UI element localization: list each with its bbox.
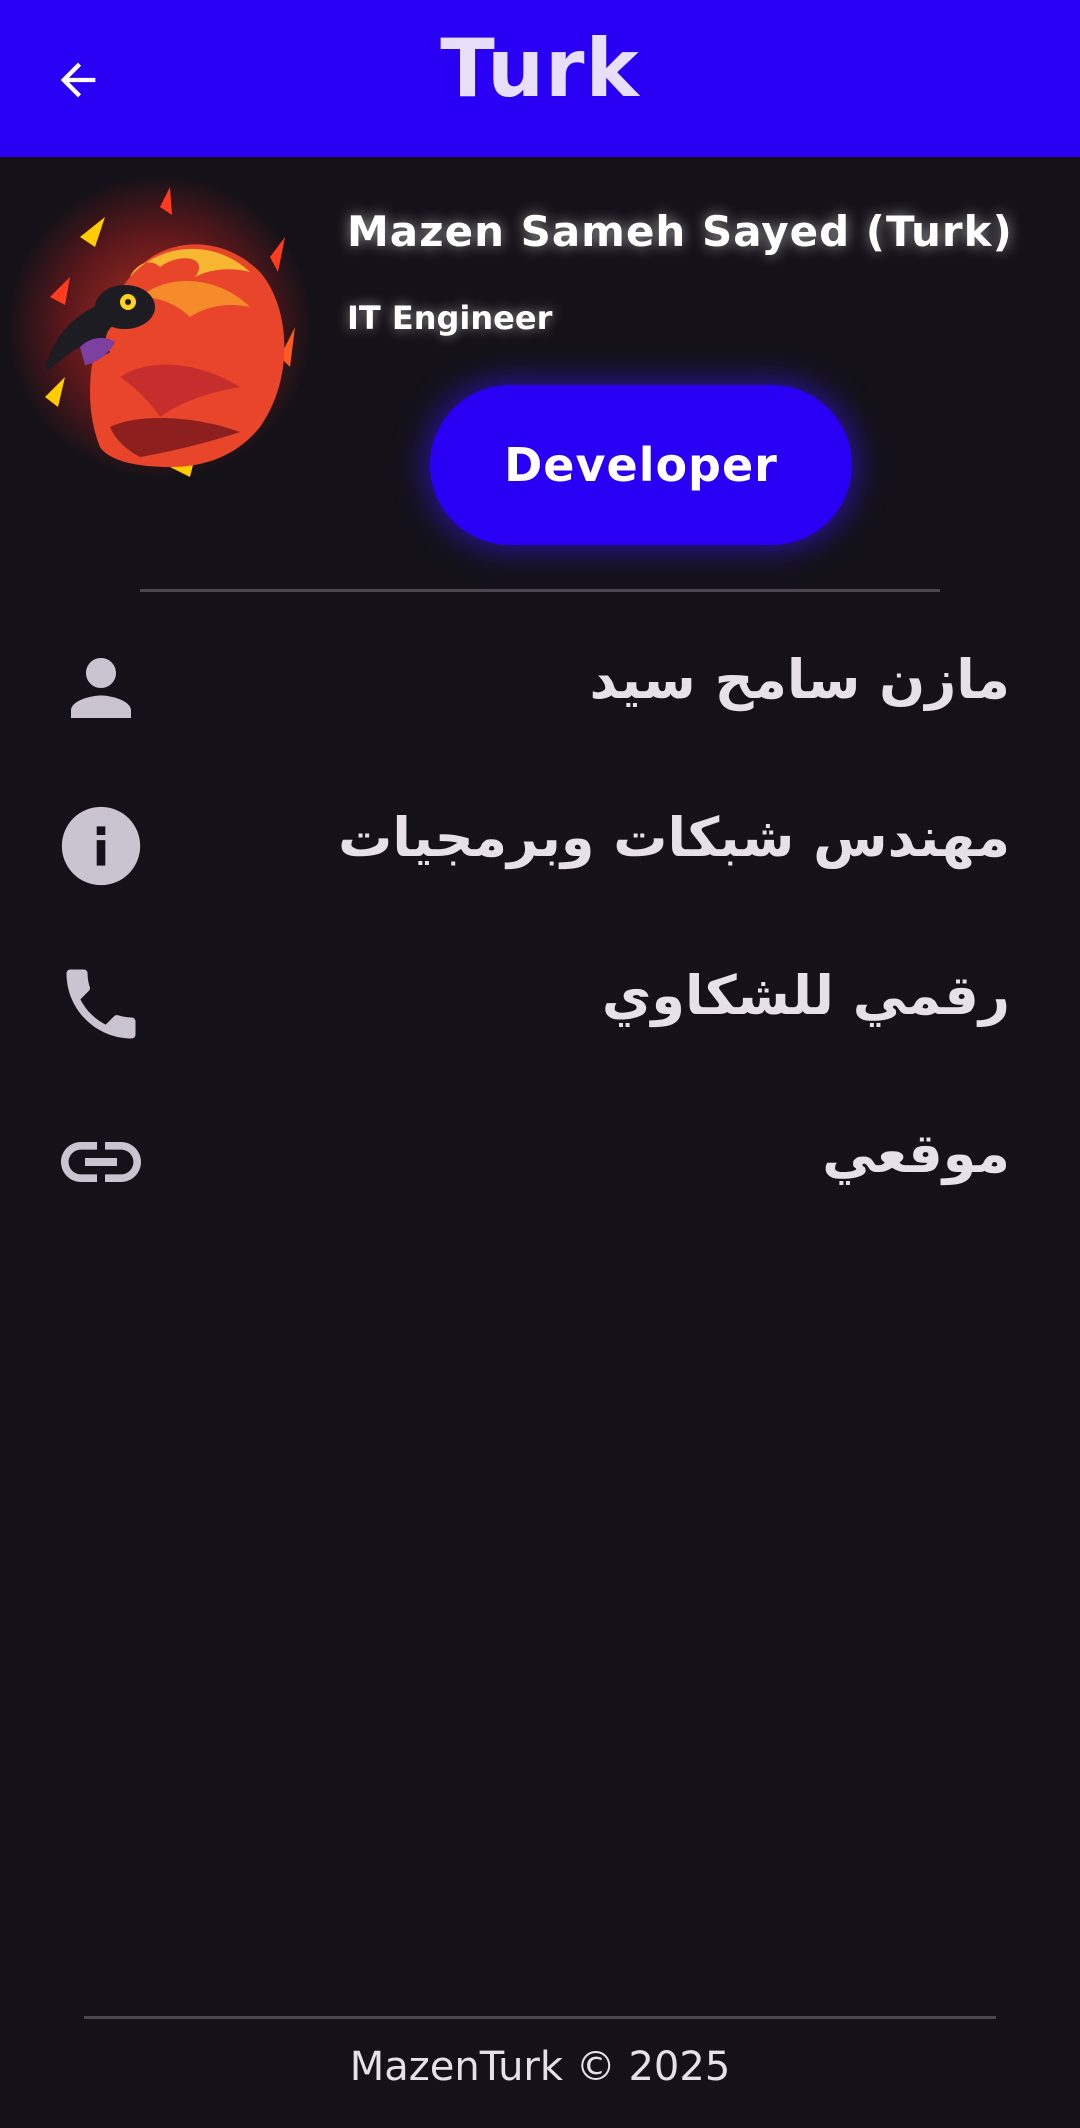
- app-title: Turk: [440, 22, 640, 115]
- app-bar: Turk: [0, 0, 1080, 157]
- info-label: رقمي للشكاوي: [601, 964, 1010, 1027]
- phone-icon: [50, 959, 152, 1049]
- info-row-website[interactable]: موقعي: [0, 1092, 1080, 1232]
- divider: [140, 589, 940, 592]
- link-icon: [50, 1117, 152, 1207]
- info-label: مهندس شبكات وبرمجيات: [338, 806, 1010, 869]
- developer-button[interactable]: Developer: [430, 385, 852, 545]
- profile-header: Mazen Sameh Sayed (Turk) IT Engineer Dev…: [0, 157, 1080, 587]
- info-icon: [50, 801, 152, 891]
- phoenix-illustration: [45, 187, 295, 477]
- divider: [84, 2016, 996, 2019]
- info-row-name[interactable]: مازن سامح سيد: [0, 618, 1080, 758]
- info-label: موقعي: [822, 1122, 1010, 1185]
- person-icon: [50, 643, 152, 733]
- info-label: مازن سامح سيد: [589, 648, 1010, 711]
- info-row-phone[interactable]: رقمي للشكاوي: [0, 934, 1080, 1074]
- info-row-job[interactable]: مهندس شبكات وبرمجيات: [0, 776, 1080, 916]
- phoenix-avatar-image: [10, 177, 310, 477]
- profile-name: Mazen Sameh Sayed (Turk): [347, 207, 1013, 256]
- profile-role: IT Engineer: [347, 299, 553, 337]
- footer-text: MazenTurk © 2025: [349, 2044, 731, 2090]
